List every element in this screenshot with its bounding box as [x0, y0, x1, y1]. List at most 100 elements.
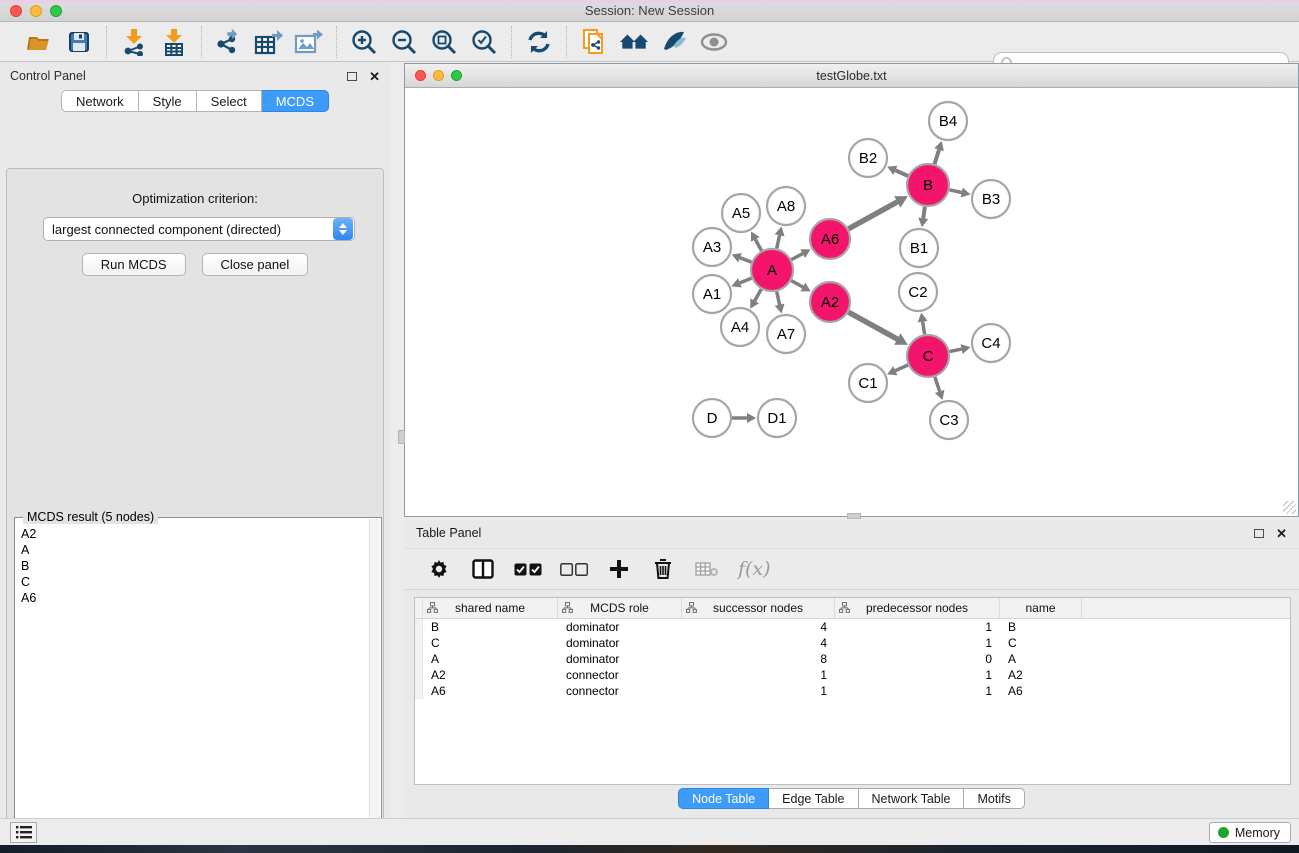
criterion-selected-value: largest connected component (directed)	[44, 222, 333, 237]
import-table-icon[interactable]	[159, 27, 189, 57]
table-settings-gear-icon[interactable]	[426, 555, 452, 583]
zoom-in-icon[interactable]	[349, 27, 379, 57]
function-builder-icon: f(x)	[738, 555, 771, 583]
tab-network[interactable]: Network	[61, 90, 139, 112]
memory-button[interactable]: Memory	[1209, 822, 1291, 843]
vertical-splitter-handle[interactable]	[398, 430, 405, 444]
graph-edge[interactable]	[755, 289, 762, 301]
graph-edge[interactable]	[895, 365, 908, 371]
result-item[interactable]: A2	[21, 526, 379, 542]
delete-table-icon	[694, 555, 720, 583]
close-panel-icon[interactable]: ✕	[369, 70, 380, 83]
column-header-mcds-role[interactable]: MCDS role	[558, 598, 682, 618]
column-header-name[interactable]: name	[1000, 598, 1082, 618]
graph-edge[interactable]	[740, 278, 752, 283]
tab-motifs[interactable]: Motifs	[964, 788, 1024, 809]
graph-edge[interactable]	[950, 349, 962, 351]
tab-edge-table[interactable]: Edge Table	[769, 788, 858, 809]
create-column-plus-icon[interactable]	[606, 555, 632, 583]
tab-style[interactable]: Style	[139, 90, 197, 112]
network-window-titlebar[interactable]: testGlobe.txt	[405, 64, 1298, 88]
tab-mcds[interactable]: MCDS	[262, 90, 329, 112]
graph-node-label: A4	[731, 319, 749, 336]
horizontal-splitter-handle[interactable]	[847, 513, 861, 519]
mcds-result-box: MCDS result (5 nodes) A2 A B C A6	[14, 517, 382, 853]
result-item[interactable]: A6	[21, 590, 379, 606]
tab-network-table[interactable]: Network Table	[859, 788, 965, 809]
table-row[interactable]: A2 connector 1 1 A2	[415, 667, 1290, 683]
select-all-columns-icon[interactable]	[514, 555, 542, 583]
export-image-icon[interactable]	[294, 27, 324, 57]
zoom-out-icon[interactable]	[389, 27, 419, 57]
mcds-panel-body: Optimization criterion: largest connecte…	[6, 168, 384, 853]
graph-edge-arrowhead	[918, 218, 928, 228]
show-graphics-details-icon[interactable]	[699, 27, 729, 57]
hide-graphics-details-icon[interactable]	[659, 27, 689, 57]
graph-node-label: B3	[982, 191, 1000, 208]
home-icon[interactable]	[619, 27, 649, 57]
network-canvas[interactable]: B4B2BB3A5A8A6A3B1AA1C2A2A4A7C4CC1C3DD1	[405, 88, 1298, 516]
graph-node-label: A2	[821, 294, 839, 311]
control-panel-title: Control Panel	[10, 69, 86, 83]
refresh-icon[interactable]	[524, 27, 554, 57]
show-column-panel-icon[interactable]	[470, 555, 496, 583]
graph-edge[interactable]	[791, 254, 802, 260]
tab-select[interactable]: Select	[197, 90, 262, 112]
result-item[interactable]: C	[21, 574, 379, 590]
graph-edge-arrowhead	[747, 413, 756, 423]
graph-node-label: B2	[859, 150, 877, 167]
result-item[interactable]: A	[21, 542, 379, 558]
table-row[interactable]: C dominator 4 1 C	[415, 635, 1290, 651]
graph-edge[interactable]	[791, 281, 803, 287]
graph-edge[interactable]	[923, 322, 925, 335]
save-session-icon[interactable]	[64, 27, 94, 57]
task-history-button[interactable]	[10, 822, 37, 843]
list-icon	[16, 826, 32, 839]
table-row[interactable]: B dominator 4 1 B	[415, 619, 1290, 635]
graph-edge[interactable]	[848, 202, 897, 229]
graph-edge[interactable]	[848, 312, 897, 339]
graph-edge[interactable]	[755, 239, 761, 250]
mcds-result-title: MCDS result (5 nodes)	[23, 510, 158, 524]
zoom-fit-icon[interactable]	[429, 27, 459, 57]
graph-edge[interactable]	[935, 150, 939, 164]
graph-edge[interactable]	[923, 207, 925, 219]
control-panel: Control Panel ✕ Network Style Select MCD…	[0, 62, 390, 818]
table-panel: Table Panel ✕ f(x)	[404, 520, 1299, 818]
network-graph[interactable]: B4B2BB3A5A8A6A3B1AA1C2A2A4A7C4CC1C3DD1	[405, 88, 1298, 516]
criterion-select[interactable]: largest connected component (directed)	[43, 217, 355, 241]
float-table-panel-icon[interactable]	[1254, 529, 1264, 538]
table-row[interactable]: A6 connector 1 1 A6	[415, 683, 1290, 699]
import-network-icon[interactable]	[119, 27, 149, 57]
column-header-shared-name[interactable]: shared name	[423, 598, 558, 618]
graph-edge[interactable]	[777, 291, 780, 304]
tab-node-table[interactable]: Node Table	[678, 788, 769, 809]
graph-edge[interactable]	[777, 235, 780, 248]
close-table-panel-icon[interactable]: ✕	[1276, 527, 1287, 540]
result-scrollbar[interactable]	[369, 519, 380, 853]
hierarchy-icon	[562, 602, 573, 613]
column-header-successor-nodes[interactable]: successor nodes	[682, 598, 835, 618]
graph-edge[interactable]	[740, 258, 751, 262]
node-table: shared name MCDS role successor nodes pr…	[414, 597, 1291, 785]
clone-network-icon[interactable]	[579, 27, 609, 57]
open-session-icon[interactable]	[24, 27, 54, 57]
graph-edge[interactable]	[935, 377, 940, 392]
table-toolbar: f(x)	[404, 548, 1299, 590]
graph-edge[interactable]	[895, 170, 908, 176]
column-header-predecessor-nodes[interactable]: predecessor nodes	[835, 598, 1000, 618]
table-row[interactable]: A dominator 8 0 A	[415, 651, 1290, 667]
control-panel-tabs: Network Style Select MCDS	[0, 90, 390, 112]
run-mcds-button[interactable]: Run MCDS	[82, 253, 186, 276]
zoom-selected-icon[interactable]	[469, 27, 499, 57]
result-item[interactable]: B	[21, 558, 379, 574]
graph-edge[interactable]	[949, 190, 961, 193]
mcds-result-list: A2 A B C A6	[15, 518, 381, 606]
unselect-all-columns-icon[interactable]	[560, 555, 588, 583]
export-table-icon[interactable]	[254, 27, 284, 57]
float-panel-icon[interactable]	[347, 72, 357, 81]
close-panel-button[interactable]: Close panel	[202, 253, 309, 276]
resize-grip-icon[interactable]	[1283, 501, 1296, 514]
delete-column-trash-icon[interactable]	[650, 555, 676, 583]
export-network-icon[interactable]	[214, 27, 244, 57]
